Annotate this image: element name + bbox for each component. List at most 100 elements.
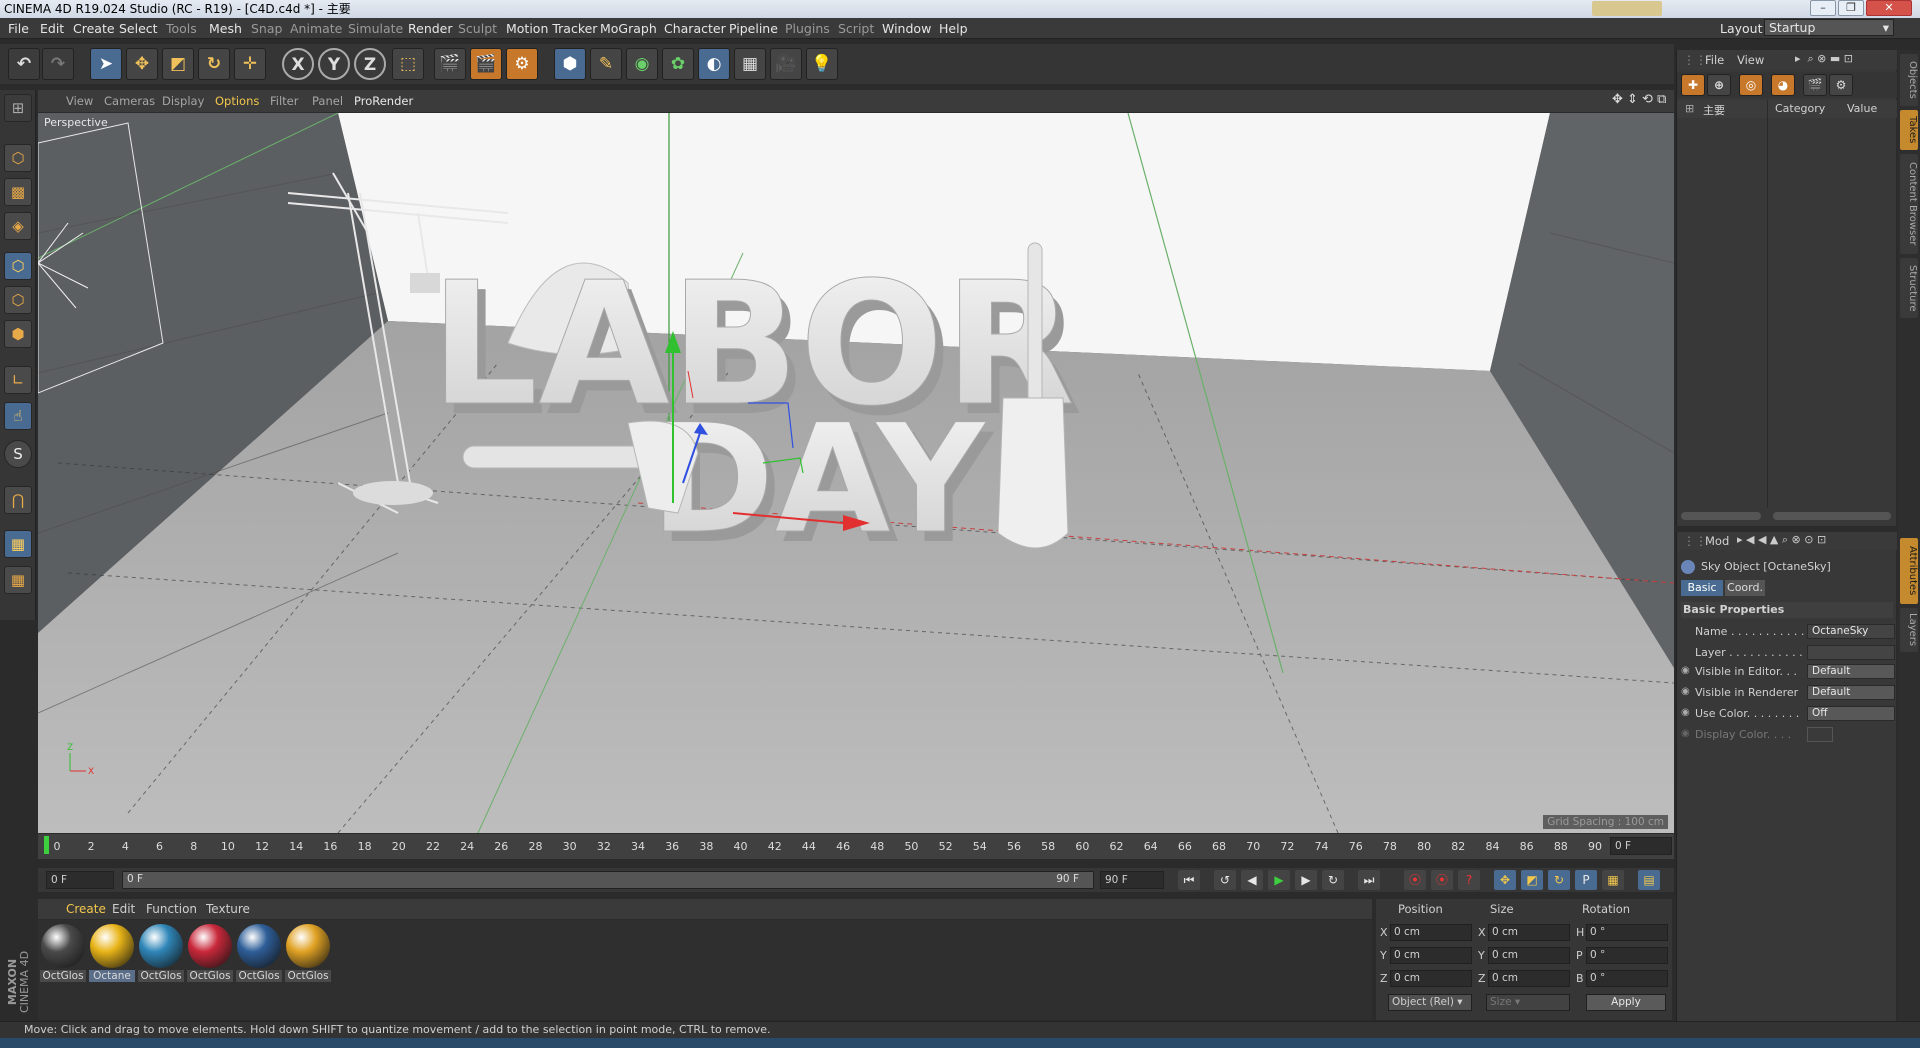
keyframe-selection-icon[interactable]: ? — [1458, 870, 1480, 890]
go-to-end-icon[interactable]: ⏭ — [1358, 870, 1380, 890]
key-scale-icon[interactable]: ◩ — [1521, 870, 1543, 890]
viewport-menu-display[interactable]: Display — [162, 94, 204, 108]
menu-create[interactable]: Create — [73, 21, 115, 36]
next-frame-icon[interactable]: ▶ — [1295, 870, 1317, 890]
size-z-field[interactable]: 0 cm — [1488, 970, 1570, 987]
scale-icon[interactable]: ◩ — [162, 48, 194, 80]
record-active-icon[interactable]: ⦿ — [1404, 870, 1426, 890]
tweak-mode-icon[interactable]: ☝ — [4, 402, 32, 430]
visible-in-renderer-dropdown[interactable]: Default — [1807, 685, 1895, 700]
maximize-button[interactable]: ❐ — [1838, 0, 1864, 16]
texture-mode-icon[interactable]: ▩ — [4, 178, 32, 206]
z-axis-lock-button[interactable]: Z — [354, 48, 386, 80]
menu-animate[interactable]: Animate — [290, 21, 342, 36]
animate-radio-icon[interactable]: ◉ — [1681, 665, 1690, 676]
menu-render[interactable]: Render — [408, 21, 453, 36]
undo-icon[interactable]: ↶ — [8, 48, 40, 80]
subdivision-icon[interactable]: ◉ — [626, 48, 658, 80]
camera-icon[interactable]: 🎥 — [770, 48, 802, 80]
redo-icon[interactable]: ↷ — [42, 48, 74, 80]
side-tab-objects[interactable]: Objects — [1900, 54, 1918, 106]
menu-file[interactable]: File — [8, 21, 29, 36]
axis-mode-icon[interactable]: ∟ — [4, 366, 32, 394]
cube-primitive-icon[interactable]: ⬢ — [554, 48, 586, 80]
menu-help[interactable]: Help — [939, 21, 968, 36]
menu-pipeline[interactable]: Pipeline — [729, 21, 778, 36]
attr-toolbar-icons[interactable]: ▸ ◀ ◀ ▲ ⌕ ⊗ ⊙ ⊡ — [1737, 533, 1826, 547]
y-axis-lock-button[interactable]: Y — [318, 48, 350, 80]
make-editable-icon[interactable]: ⊞ — [4, 94, 32, 122]
octane-light-icon[interactable]: ⚙ — [1829, 74, 1853, 96]
light-icon[interactable]: 💡 — [806, 48, 838, 80]
position-y-field[interactable]: 0 cm — [1390, 947, 1472, 964]
menu-window[interactable]: Window — [882, 21, 931, 36]
key-rotation-icon[interactable]: ↻ — [1548, 870, 1570, 890]
current-frame-field[interactable]: 0 F — [1610, 837, 1672, 855]
visible-in-editor-dropdown[interactable]: Default — [1807, 664, 1895, 679]
object-toolbar-icons[interactable]: ▸ ⌕ ⊗ ▬ ⊡ — [1795, 52, 1853, 66]
end-frame-field[interactable]: 90 F — [1100, 871, 1164, 889]
viewport-navigation-icons[interactable]: ✥ ⇕ ⟲ ⧉ — [1612, 92, 1666, 107]
rotation-p-field[interactable]: 0 ° — [1586, 947, 1668, 964]
octane-material-icon[interactable]: ◕ — [1771, 74, 1795, 96]
material-swatch[interactable]: OctGlos — [40, 924, 86, 986]
key-position-icon[interactable]: ✥ — [1494, 870, 1516, 890]
planar-workplane-icon[interactable]: ▦ — [4, 566, 32, 594]
menu-mesh[interactable]: Mesh — [209, 21, 242, 36]
side-tab-structure[interactable]: Structure — [1900, 258, 1918, 318]
apply-button[interactable]: Apply — [1586, 994, 1666, 1011]
previous-key-icon[interactable]: ↺ — [1214, 870, 1236, 890]
rotation-h-field[interactable]: 0 ° — [1586, 924, 1668, 941]
rotation-b-field[interactable]: 0 ° — [1586, 970, 1668, 987]
use-color-dropdown[interactable]: Off — [1807, 706, 1895, 721]
side-tab-takes[interactable]: Takes — [1900, 110, 1918, 150]
material-swatch[interactable]: OctGlos — [187, 924, 233, 986]
coord-mode-dropdown[interactable]: Object (Rel) ▾ — [1388, 994, 1472, 1011]
object-menu-view[interactable]: View — [1737, 53, 1764, 67]
minimize-button[interactable]: – — [1810, 0, 1836, 16]
autokey-icon[interactable]: ⦿ — [1431, 870, 1453, 890]
menu-plugins[interactable]: Plugins — [785, 21, 830, 36]
start-frame-field[interactable]: 0 F — [46, 871, 114, 889]
polygons-mode-icon[interactable]: ⬢ — [4, 320, 32, 348]
timeline-ruler[interactable]: 0 2 4 6 8 10 12 14 16 18 20 22 24 26 28 30 32 34 36 38 40 42 4… — [38, 834, 1674, 859]
position-z-field[interactable]: 0 cm — [1390, 970, 1472, 987]
viewport-menu-filter[interactable]: Filter — [270, 94, 298, 108]
octane-sky-icon[interactable]: ◎ — [1739, 74, 1763, 96]
animate-radio-icon[interactable]: ◉ — [1681, 686, 1690, 697]
octane-camera-icon[interactable]: 🎬 — [1803, 74, 1827, 96]
select-cursor-icon[interactable]: ➤ — [90, 48, 122, 80]
viewport-perspective[interactable]: LABOR LABOR DAY DAY Z X Perspective Grid… — [38, 113, 1674, 833]
side-tab-attributes[interactable]: Attributes — [1900, 538, 1918, 604]
menu-tools[interactable]: Tools — [166, 21, 197, 36]
snap-icon[interactable]: ⋂ — [4, 486, 32, 514]
side-tab-content-browser[interactable]: Content Browser — [1900, 154, 1918, 254]
object-menu-file[interactable]: File — [1705, 53, 1724, 67]
material-swatch[interactable]: OctGlos — [236, 924, 282, 986]
material-menu-function[interactable]: Function — [146, 902, 197, 916]
material-swatch[interactable]: OctGlos — [285, 924, 331, 986]
viewport-menu-cameras[interactable]: Cameras — [104, 94, 155, 108]
next-key-icon[interactable]: ↻ — [1322, 870, 1344, 890]
coord-size-dropdown[interactable]: Size ▾ — [1486, 994, 1570, 1011]
menu-sculpt[interactable]: Sculpt — [458, 21, 497, 36]
render-picture-viewer-icon[interactable]: 🎬 — [470, 48, 502, 80]
viewport-menu-options[interactable]: Options — [215, 94, 259, 108]
material-menu-texture[interactable]: Texture — [206, 902, 250, 916]
pen-spline-icon[interactable]: ✎ — [590, 48, 622, 80]
menu-edit[interactable]: Edit — [40, 21, 64, 36]
name-field[interactable]: OctaneSky — [1807, 624, 1895, 639]
workplane-mode-icon[interactable]: ◈ — [4, 212, 32, 240]
go-to-start-icon[interactable]: ⏮ — [1178, 870, 1200, 890]
size-x-field[interactable]: 0 cm — [1488, 924, 1570, 941]
viewport-menu-view[interactable]: View — [66, 94, 93, 108]
octane-settings-icon[interactable]: ⊕ — [1707, 74, 1731, 96]
horizontal-scrollbar[interactable] — [1681, 512, 1761, 520]
deformer-icon[interactable]: ◐ — [698, 48, 730, 80]
horizontal-scrollbar[interactable] — [1773, 512, 1891, 520]
material-menu-edit[interactable]: Edit — [112, 902, 135, 916]
menu-mograph[interactable]: MoGraph — [600, 21, 657, 36]
mograph-cloner-icon[interactable]: ✿ — [662, 48, 694, 80]
preview-range-slider[interactable]: 0 F 90 F — [122, 871, 1094, 889]
menu-character[interactable]: Character — [664, 21, 726, 36]
